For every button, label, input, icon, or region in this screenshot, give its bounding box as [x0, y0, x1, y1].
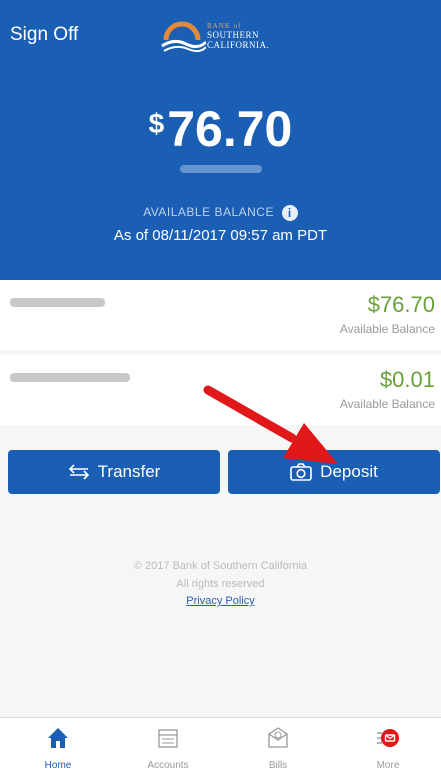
balance-header: Sign Off BANK of SOUTHERN CALIFORNIA. $7…	[0, 0, 441, 280]
deposit-button[interactable]: Deposit	[228, 450, 440, 494]
account-balance: $76.70	[367, 292, 435, 317]
sign-off-button[interactable]: Sign Off	[10, 24, 78, 46]
balance-timestamp: As of 08/11/2017 09:57 am PDT	[113, 227, 328, 244]
tab-home[interactable]: Home	[3, 718, 113, 776]
camera-icon	[290, 463, 312, 481]
copyright-text: © 2017 Bank of Southern California	[133, 560, 308, 572]
bills-icon	[268, 727, 288, 748]
tab-bills-label: Bills	[268, 760, 288, 771]
account-name-redacted	[10, 373, 130, 382]
currency-symbol: $	[148, 108, 165, 139]
logo-line-2: SOUTHERN	[207, 30, 260, 40]
deposit-label: Deposit	[320, 462, 378, 481]
bank-logo-icon	[161, 21, 208, 53]
tab-bills[interactable]: Bills	[223, 718, 333, 776]
account-name-redacted	[10, 298, 105, 307]
info-icon[interactable]: i	[281, 205, 298, 221]
account-row[interactable]: $76.70 Available Balance	[0, 280, 441, 350]
available-balance-label: AVAILABLE BALANCE i	[0, 205, 441, 221]
total-balance: $76.70	[0, 100, 441, 158]
available-balance-text: AVAILABLE BALANCE	[143, 205, 274, 220]
more-icon	[377, 729, 399, 747]
tab-home-label: Home	[44, 760, 72, 771]
account-row[interactable]: $0.01 Available Balance	[0, 355, 441, 425]
transfer-label: Transfer	[97, 462, 161, 481]
rights-text: All rights reserved	[176, 578, 265, 590]
transfer-button[interactable]: Transfer	[8, 450, 220, 494]
balance-amount: 76.70	[167, 101, 293, 157]
account-name-redacted	[180, 165, 262, 173]
account-balance: $0.01	[379, 367, 435, 392]
accounts-icon	[158, 729, 178, 748]
account-balance-label: Available Balance	[339, 322, 435, 336]
bottom-tab-bar: Home Accounts Bills More	[0, 717, 441, 776]
privacy-policy-link[interactable]: Privacy Policy	[0, 595, 441, 607]
tab-accounts-label: Accounts	[147, 760, 189, 771]
home-icon	[48, 728, 68, 748]
account-balance-label: Available Balance	[339, 397, 435, 411]
logo-line-1: BANK of	[207, 22, 242, 30]
logo-line-3: CALIFORNIA.	[207, 40, 270, 50]
tab-more[interactable]: More	[333, 718, 441, 776]
bank-logo: BANK of SOUTHERN CALIFORNIA.	[160, 20, 300, 56]
transfer-arrows-icon	[68, 464, 89, 480]
tab-more-label: More	[376, 760, 400, 771]
tab-accounts[interactable]: Accounts	[113, 718, 223, 776]
